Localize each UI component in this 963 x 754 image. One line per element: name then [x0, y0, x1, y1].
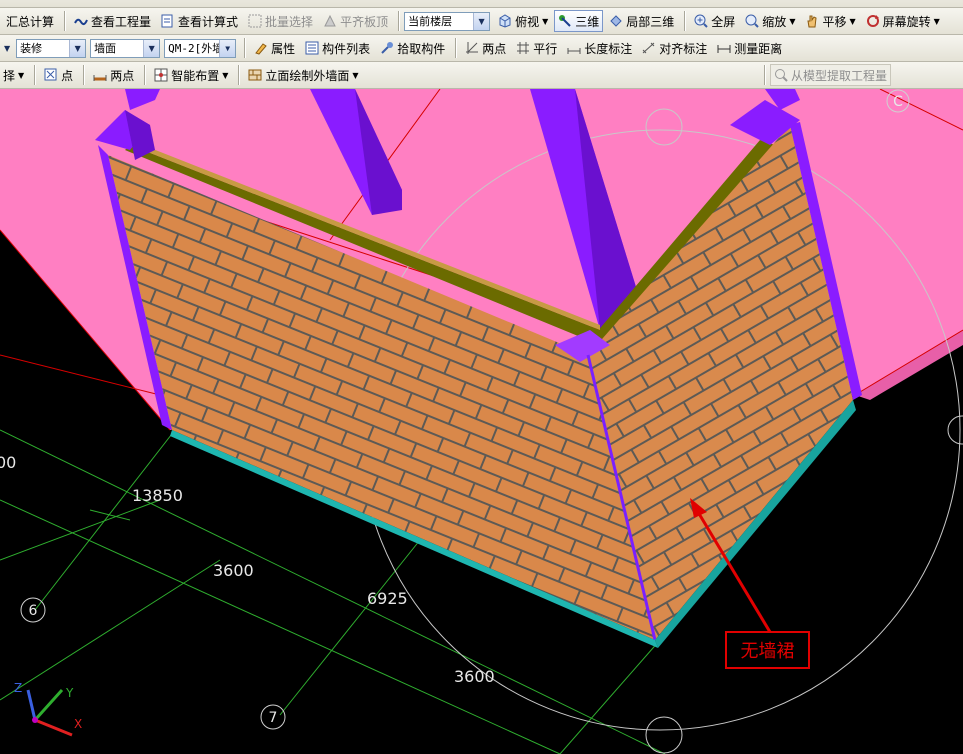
point-icon: [44, 68, 58, 82]
axis-z-label: Z: [14, 681, 22, 695]
chevron-down-icon: ▼: [18, 70, 25, 80]
grid-icon: [154, 68, 168, 82]
cube-icon: [498, 14, 512, 28]
point-button[interactable]: 点: [40, 64, 77, 86]
chevron-down-icon: ▼: [222, 70, 229, 80]
pick-component-button[interactable]: 拾取构件: [376, 37, 449, 59]
separator: [34, 65, 37, 85]
full-screen-button[interactable]: 全屏: [690, 10, 739, 32]
screen-rotate-button[interactable]: 屏幕旋转 ▼: [862, 10, 944, 32]
axis-label-c: C: [893, 94, 903, 110]
two-points-button[interactable]: 两点: [461, 37, 510, 59]
axis-label-7: 7: [269, 710, 278, 726]
chevron-down-icon: ▼: [473, 12, 490, 30]
dimension-13850: 13850: [132, 486, 183, 505]
axes-triad-icon: Z Y X: [14, 681, 82, 737]
summary-calc-button[interactable]: 汇总计算: [2, 10, 58, 32]
separator: [244, 38, 247, 58]
separator: [64, 11, 67, 31]
align-dimension-button[interactable]: 对齐标注: [638, 37, 711, 59]
batch-select-button[interactable]: 批量选择: [244, 10, 317, 32]
chevron-down-icon: ▼: [219, 39, 236, 57]
annotation-callout: 无墙裙: [725, 631, 810, 669]
elevation-draw-button[interactable]: 立面绘制外墙面 ▼: [244, 64, 362, 86]
length-dimension-button[interactable]: 长度标注: [563, 37, 636, 59]
align-dimension-icon: [642, 41, 656, 55]
dimension-3600-b: 3600: [454, 667, 495, 686]
align-slab-top-button[interactable]: 平齐板顶: [319, 10, 392, 32]
hand-icon: [805, 14, 819, 28]
properties-icon: [254, 41, 268, 55]
parallel-button[interactable]: 平行: [512, 37, 561, 59]
dimension-icon: [567, 41, 581, 55]
rotate-icon: [866, 14, 880, 28]
category-select[interactable]: 装修 ▼: [16, 38, 87, 58]
dimension-6925: 6925: [367, 589, 408, 608]
chevron-down-icon: ▼: [143, 39, 160, 57]
separator: [238, 65, 241, 85]
separator: [684, 11, 687, 31]
separator: [455, 38, 458, 58]
quantity-icon: [74, 14, 88, 28]
formula-icon: [161, 14, 175, 28]
ruler-icon: [717, 41, 731, 55]
separator: [398, 11, 401, 31]
batch-select-icon: [248, 14, 262, 28]
view-formula-button[interactable]: 查看计算式: [157, 10, 242, 32]
zoom-in-icon: [694, 14, 708, 28]
component-select[interactable]: QM-2[外墙 ▼: [164, 38, 237, 58]
extract-quantity-button[interactable]: 从模型提取工程量: [769, 64, 891, 86]
3d-viewport[interactable]: 13850 3600 6925 3600 00 6 7 C Z Y X: [0, 89, 963, 754]
picker-icon: [380, 41, 394, 55]
axis-x-label: X: [74, 717, 82, 731]
parallel-icon: [516, 41, 530, 55]
local-3d-icon: [609, 14, 623, 28]
chevron-down-icon: ▼: [352, 70, 359, 80]
chevron-down-icon: ▼: [789, 16, 796, 26]
local-3d-button[interactable]: 局部三维: [605, 10, 678, 32]
chevron-down-icon: ▼: [933, 16, 940, 26]
smart-layout-button[interactable]: 智能布置 ▼: [150, 64, 232, 86]
axis-y-label: Y: [65, 686, 74, 700]
chevron-down-icon: ▼: [542, 16, 549, 26]
magnifier-icon: [745, 14, 760, 28]
axis-label-6: 6: [29, 603, 38, 619]
select-mode-button[interactable]: 择 ▼: [2, 64, 28, 86]
two-points-icon: [465, 41, 479, 55]
top-view-button[interactable]: 俯视 ▼: [494, 10, 552, 32]
line-icon: [93, 68, 107, 82]
floor-select[interactable]: 当前楼层 ▼: [404, 11, 491, 31]
wall-icon: [248, 68, 262, 82]
align-slab-icon: [323, 14, 337, 28]
separator: [763, 65, 766, 85]
dimension-partial: 00: [0, 453, 16, 472]
three-d-button[interactable]: 三维: [554, 10, 604, 32]
list-icon: [305, 41, 319, 55]
separator: [144, 65, 147, 85]
view-quantity-button[interactable]: 查看工程量: [70, 10, 155, 32]
dimension-3600-a: 3600: [213, 561, 254, 580]
three-d-icon: [558, 14, 572, 28]
two-points-draw-button[interactable]: 两点: [89, 64, 138, 86]
type-select[interactable]: 墙面 ▼: [90, 38, 161, 58]
chevron-down-icon: ▼: [849, 16, 856, 26]
pan-button[interactable]: 平移 ▼: [801, 10, 859, 32]
chevron-down-icon[interactable]: ▼: [4, 44, 10, 53]
chevron-down-icon: ▼: [69, 39, 86, 57]
component-list-button[interactable]: 构件列表: [301, 37, 374, 59]
zoom-button[interactable]: 缩放 ▼: [741, 10, 799, 32]
magnifier-icon: [774, 68, 788, 82]
toolbar-view: 汇总计算 查看工程量 查看计算式 批量选择 平齐板顶 当前楼层 ▼ 俯视 ▼ 三维…: [0, 8, 963, 35]
toolbar-draw: 择 ▼ 点 两点 智能布置 ▼ 立面绘制外墙面 ▼ 从模型提取工程量: [0, 62, 963, 89]
menu-bar-partial: [0, 0, 963, 8]
separator: [83, 65, 86, 85]
toolbar-component: ▼ 装修 ▼ 墙面 ▼ QM-2[外墙 ▼ 属性 构件列表 拾取构件 两点 平行…: [0, 35, 963, 62]
measure-distance-button[interactable]: 测量距离: [713, 37, 786, 59]
properties-button[interactable]: 属性: [250, 37, 299, 59]
